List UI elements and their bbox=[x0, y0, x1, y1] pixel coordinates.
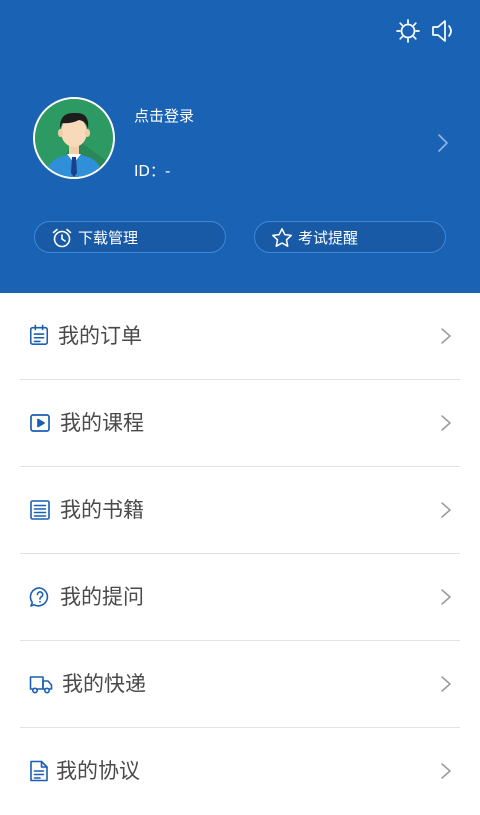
menu-item-agreements[interactable]: 我的协议 bbox=[0, 728, 480, 815]
question-bubble-icon bbox=[29, 587, 49, 607]
chevron-right-icon bbox=[441, 328, 451, 344]
star-icon bbox=[272, 228, 292, 247]
chevron-right-icon bbox=[441, 676, 451, 692]
login-link[interactable]: 点击登录 bbox=[134, 105, 194, 126]
exam-reminder-label: 考试提醒 bbox=[298, 229, 359, 247]
exam-reminder-button[interactable]: 考试提醒 bbox=[254, 221, 446, 253]
chevron-right-icon bbox=[441, 763, 451, 779]
delivery-truck-icon bbox=[29, 676, 53, 694]
menu-item-label: 我的快递 bbox=[62, 672, 146, 696]
document-icon bbox=[30, 760, 48, 782]
menu-item-orders[interactable]: 我的订单 bbox=[0, 293, 480, 380]
profile-header: 点击登录 ID：- 下载管理 考试提醒 bbox=[0, 0, 480, 293]
menu-item-delivery[interactable]: 我的快递 bbox=[0, 641, 480, 728]
user-avatar-image bbox=[35, 99, 113, 177]
menu-item-label: 我的课程 bbox=[60, 411, 144, 435]
download-manager-label: 下载管理 bbox=[78, 229, 139, 247]
settings-icon[interactable] bbox=[395, 18, 421, 44]
avatar[interactable] bbox=[33, 97, 115, 179]
video-play-icon bbox=[30, 414, 50, 432]
menu-item-label: 我的订单 bbox=[58, 324, 142, 348]
chevron-right-icon bbox=[441, 589, 451, 605]
menu-item-courses[interactable]: 我的课程 bbox=[0, 380, 480, 467]
volume-icon[interactable] bbox=[430, 18, 456, 44]
menu-item-label: 我的提问 bbox=[60, 585, 144, 609]
menu-item-questions[interactable]: 我的提问 bbox=[0, 554, 480, 641]
user-id-text: ID：- bbox=[134, 162, 171, 180]
menu-item-label: 我的协议 bbox=[56, 759, 140, 783]
book-list-icon bbox=[30, 500, 50, 520]
chevron-right-icon[interactable] bbox=[436, 133, 450, 153]
chevron-right-icon bbox=[441, 415, 451, 431]
clipboard-icon bbox=[29, 324, 49, 345]
download-manager-button[interactable]: 下载管理 bbox=[34, 221, 226, 253]
alarm-clock-icon bbox=[52, 228, 72, 248]
menu-item-books[interactable]: 我的书籍 bbox=[0, 467, 480, 554]
chevron-right-icon bbox=[441, 502, 451, 518]
menu-item-label: 我的书籍 bbox=[60, 498, 144, 522]
menu-list: 我的订单 我的课程 我的书籍 我的提问 我的快递 我的协议 bbox=[0, 293, 480, 815]
